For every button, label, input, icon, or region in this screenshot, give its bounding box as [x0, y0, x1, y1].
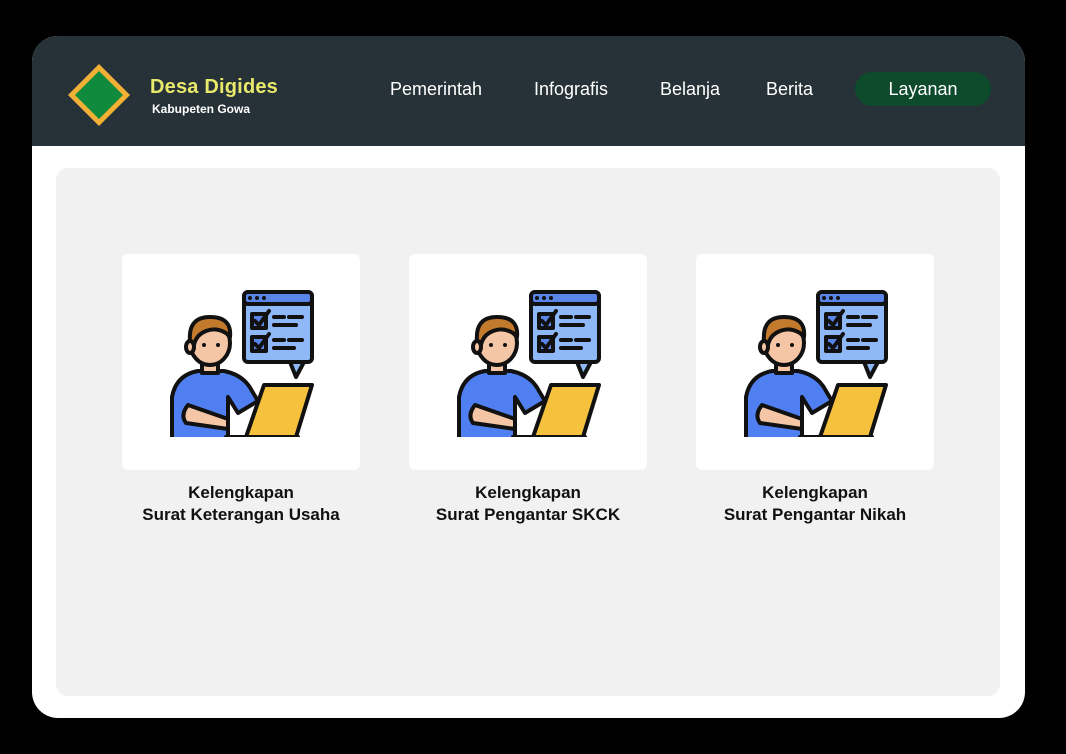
service-card-title-line1: Kelengkapan — [188, 483, 294, 502]
service-card-title[interactable]: Kelengkapan Surat Pengantar SKCK — [409, 482, 647, 526]
service-card-skck[interactable]: Kelengkapan Surat Pengantar SKCK — [409, 254, 647, 526]
brand-subtitle: Kabupeten Gowa — [152, 102, 251, 116]
service-card-image[interactable] — [409, 254, 647, 470]
service-card-image[interactable] — [122, 254, 360, 470]
app-window: Desa Digides Kabupeten Gowa Pemerintah I… — [32, 36, 1025, 718]
service-card-title[interactable]: Kelengkapan Surat Keterangan Usaha — [122, 482, 360, 526]
service-card-title-line2: Surat Keterangan Usaha — [142, 505, 340, 524]
brand-name: Desa Digides — [150, 76, 279, 98]
service-card-image[interactable] — [696, 254, 934, 470]
village-logo[interactable] — [66, 62, 132, 128]
service-card-title[interactable]: Kelengkapan Surat Pengantar Nikah — [696, 482, 934, 526]
layanan-button[interactable]: Layanan — [855, 72, 991, 106]
service-card-title-line1: Kelengkapan — [475, 483, 581, 502]
service-card-title-line2: Surat Pengantar Nikah — [723, 505, 907, 524]
service-card-title-line1: Kelengkapan — [762, 483, 868, 502]
service-card-usaha[interactable]: Kelengkapan Surat Keterangan Usaha — [122, 254, 360, 526]
nav-link-belanja[interactable]: Belanja — [660, 79, 720, 100]
person-laptop-checklist-icon — [170, 290, 314, 437]
service-card-nikah[interactable]: Kelengkapan Surat Pengantar Nikah — [696, 254, 934, 526]
services-panel: Kelengkapan Surat Keterangan Usaha Kelen… — [56, 168, 1000, 696]
person-laptop-checklist-icon — [744, 290, 888, 437]
service-card-title-line2: Surat Pengantar SKCK — [435, 505, 621, 524]
nav-link-infografis[interactable]: Infografis — [534, 79, 608, 100]
person-laptop-checklist-icon — [457, 290, 601, 437]
nav-link-berita[interactable]: Berita — [766, 79, 813, 100]
top-navbar: Desa Digides Kabupeten Gowa Pemerintah I… — [32, 36, 1025, 146]
nav-link-pemerintah[interactable]: Pemerintah — [390, 79, 482, 100]
